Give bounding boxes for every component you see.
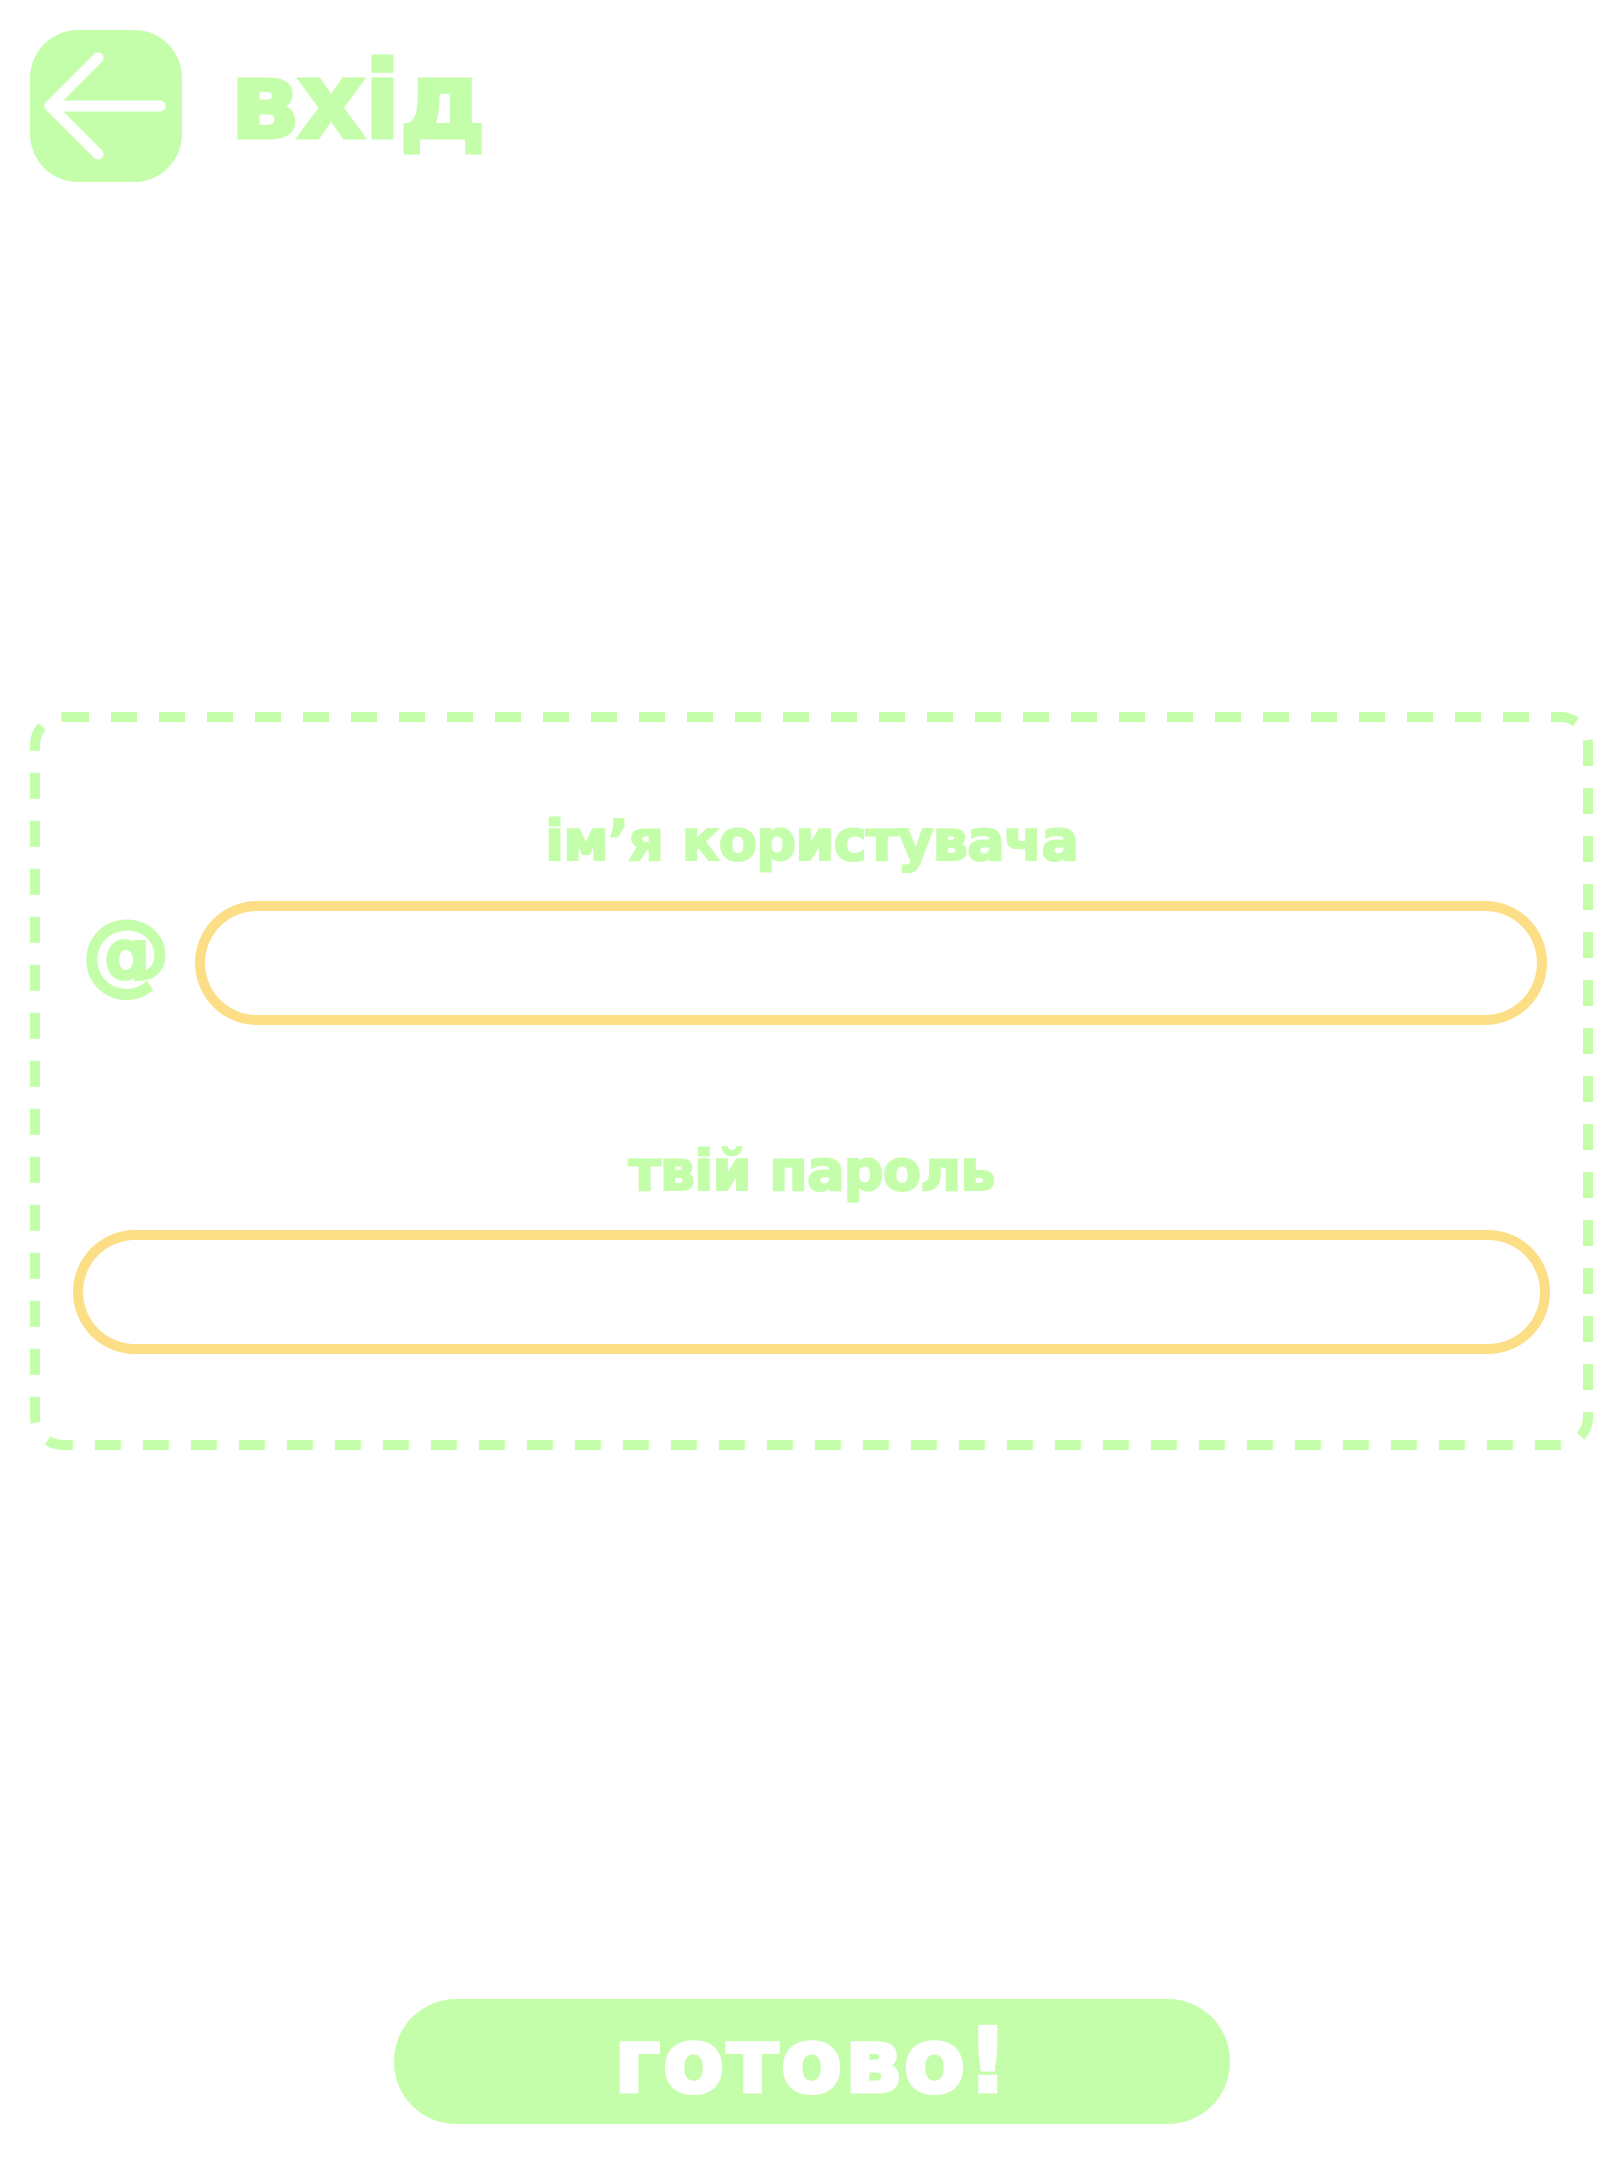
page-title: вхід	[228, 38, 487, 166]
username-input[interactable]	[195, 901, 1547, 1025]
login-form-panel: імʼя користувача @ твій пароль	[30, 712, 1593, 1450]
arrow-left-icon	[44, 52, 166, 160]
password-input[interactable]	[73, 1230, 1550, 1354]
username-label: імʼя користувача	[544, 808, 1080, 875]
submit-button[interactable]: готово!	[394, 1999, 1230, 2124]
at-sign-icon: @	[81, 901, 172, 1004]
password-label: твій пароль	[627, 1138, 996, 1205]
back-button[interactable]	[30, 30, 182, 182]
